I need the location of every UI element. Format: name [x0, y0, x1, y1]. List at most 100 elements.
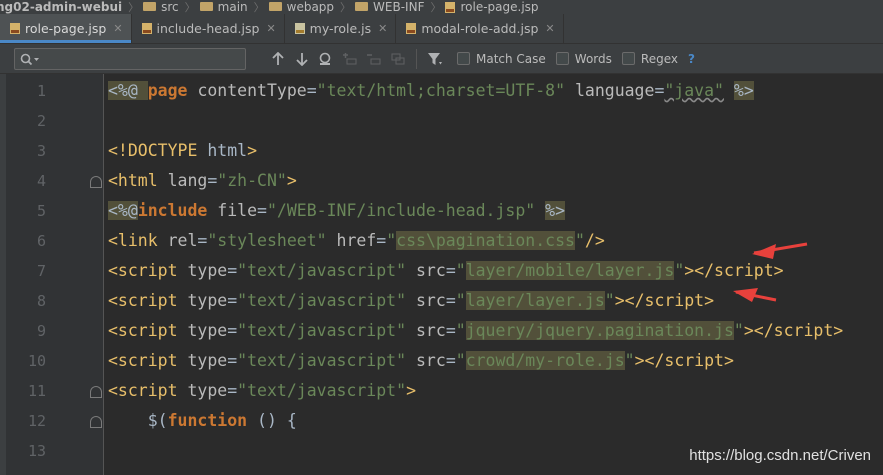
- fold-marker[interactable]: [90, 176, 102, 188]
- string: "stylesheet": [207, 231, 327, 250]
- string: "text/javascript": [237, 261, 407, 280]
- tab-label: my-role.js: [309, 21, 372, 36]
- line-number: 6: [36, 232, 46, 250]
- attribute: type: [187, 351, 228, 370]
- code-line-12: $(function () {: [108, 406, 297, 436]
- find-in-path-icon[interactable]: [314, 47, 338, 71]
- code-line-11: <script type="text/javascript">: [108, 381, 416, 400]
- string: "/WEB-INF/include-head.jsp": [266, 201, 536, 220]
- breadcrumb-label: ng02-admin-webui: [0, 0, 123, 14]
- string: "text/javascript": [237, 351, 407, 370]
- code-line-10: <script type="text/javascript" src="crow…: [108, 351, 734, 370]
- string: "layer/layer.js": [455, 291, 615, 310]
- tag: >: [247, 141, 258, 160]
- remove-occurrence-icon[interactable]: [362, 47, 386, 71]
- keyword: page: [147, 81, 188, 100]
- tag: <script: [108, 291, 188, 310]
- js-file-icon: [294, 23, 305, 34]
- string: "jquery/jquery.pagination.js": [455, 321, 744, 340]
- match-case-checkbox[interactable]: [457, 52, 470, 65]
- tag: ></script>: [684, 261, 784, 280]
- doctype-value: html: [207, 141, 248, 160]
- words-checkbox[interactable]: [555, 52, 569, 65]
- breadcrumb-item-web-inf[interactable]: WEB-INF: [353, 0, 428, 14]
- breadcrumb-label: WEB-INF: [373, 0, 425, 14]
- breadcrumb: ng02-admin-webui 〉 src 〉 main 〉 webapp 〉…: [0, 0, 883, 14]
- watermark-text: https://blog.csdn.net/Criven: [689, 447, 871, 464]
- code-line-9: <script type="text/javascript" src="jque…: [108, 321, 844, 340]
- directive-open: <%@: [108, 81, 148, 100]
- tag: >: [406, 381, 416, 400]
- filter-icon[interactable]: [423, 47, 447, 71]
- arrow-up-icon[interactable]: [266, 47, 290, 71]
- breadcrumb-separator: 〉: [253, 1, 265, 14]
- breadcrumb-label: src: [161, 0, 179, 14]
- attribute: file: [217, 201, 258, 220]
- code-line-4: <html lang="zh-CN">: [108, 171, 297, 190]
- tag: ></script>: [743, 321, 844, 340]
- search-input[interactable]: [43, 49, 238, 68]
- regex-help-link[interactable]: ?: [688, 52, 695, 66]
- line-number: 5: [36, 202, 46, 220]
- tab-my-role[interactable]: my-role.js ✕: [285, 14, 397, 43]
- code-area[interactable]: <%@ page contentType="text/html;charset=…: [108, 74, 883, 475]
- structure-side-bar: [0, 74, 6, 475]
- attribute: src: [416, 261, 446, 280]
- select-all-occurrences-icon[interactable]: [386, 47, 410, 71]
- breadcrumb-separator: 〉: [340, 1, 352, 14]
- tab-label: role-page.jsp: [25, 21, 107, 36]
- attribute: type: [187, 261, 228, 280]
- code-line-8: <script type="text/javascript" src="laye…: [108, 291, 715, 310]
- breadcrumb-item-src[interactable]: src: [141, 0, 183, 14]
- regex-option[interactable]: Regex: [621, 52, 678, 66]
- attribute: src: [416, 351, 446, 370]
- search-icon[interactable]: [20, 53, 40, 66]
- string: "css\pagination.css": [386, 231, 585, 250]
- fold-marker[interactable]: [90, 386, 102, 398]
- tab-modal-role-add[interactable]: modal-role-add.jsp ✕: [396, 14, 564, 43]
- close-icon[interactable]: ✕: [545, 22, 554, 35]
- line-number: 8: [36, 292, 46, 310]
- breadcrumb-separator: 〉: [184, 1, 196, 14]
- tab-role-page[interactable]: role-page.jsp ✕: [0, 14, 132, 43]
- search-box[interactable]: [14, 47, 246, 70]
- line-number-gutter: 1 2 3 4 5 6 7 8 9 10 11 12 13: [0, 74, 104, 475]
- line-number: 3: [36, 142, 46, 160]
- attribute: language: [574, 81, 655, 100]
- find-toolbar: Match Case Words Regex ?: [0, 44, 883, 74]
- add-occurrence-icon[interactable]: [338, 47, 362, 71]
- code-line-1: <%@ page contentType="text/html;charset=…: [108, 81, 754, 100]
- attribute: src: [416, 291, 446, 310]
- vertical-scrollbar[interactable]: [875, 74, 883, 475]
- fold-marker[interactable]: [90, 416, 102, 428]
- breadcrumb-item-project[interactable]: ng02-admin-webui: [0, 0, 126, 14]
- code-line-7: <script type="text/javascript" src="laye…: [108, 261, 784, 280]
- attribute: src: [416, 321, 446, 340]
- line-number: 12: [27, 412, 46, 430]
- jsp-file-icon: [141, 23, 152, 34]
- attribute: type: [187, 291, 228, 310]
- tag: <script: [108, 261, 188, 280]
- breadcrumb-item-file[interactable]: role-page.jsp: [443, 0, 542, 14]
- folder-icon: [355, 1, 369, 11]
- code-editor[interactable]: 1 2 3 4 5 6 7 8 9 10 11 12 13 <%@ page c…: [0, 74, 883, 475]
- arrow-down-icon[interactable]: [290, 47, 314, 71]
- close-icon[interactable]: ✕: [266, 22, 275, 35]
- directive-close: %>: [545, 201, 566, 220]
- tab-label: modal-role-add.jsp: [421, 21, 539, 36]
- breadcrumb-item-webapp[interactable]: webapp: [267, 0, 338, 14]
- attribute: type: [187, 381, 228, 400]
- match-case-option[interactable]: Match Case: [457, 52, 546, 66]
- close-icon[interactable]: ✕: [378, 22, 387, 35]
- match-case-label: Match Case: [476, 51, 546, 66]
- tag: <link: [108, 231, 168, 250]
- tab-include-head[interactable]: include-head.jsp ✕: [132, 14, 285, 43]
- code-line-3: <!DOCTYPE html>: [108, 136, 257, 166]
- breadcrumb-item-main[interactable]: main: [198, 0, 252, 14]
- tag: <!DOCTYPE: [108, 141, 208, 160]
- attribute: href: [336, 231, 377, 250]
- breadcrumb-separator: 〉: [128, 1, 140, 14]
- close-icon[interactable]: ✕: [113, 22, 122, 35]
- regex-checkbox[interactable]: [621, 52, 635, 65]
- words-option[interactable]: Words: [555, 52, 612, 66]
